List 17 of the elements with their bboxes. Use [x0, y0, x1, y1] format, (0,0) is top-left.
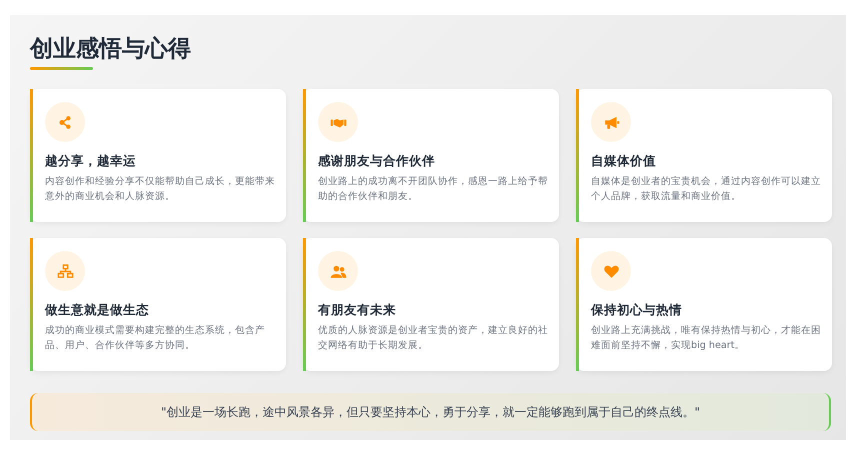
card-title: 感谢朋友与合作伙伴 — [318, 152, 436, 170]
card-description: 成功的商业模式需要构建完整的生态系统，包含产品、用户、合作伙伴等多方协同。 — [45, 324, 266, 353]
card-description: 创业路上的成功离不开团队协作，感恩一路上给予帮助的合作伙伴和朋友。 — [318, 175, 549, 204]
heart-icon — [602, 262, 620, 280]
share-icon — [56, 114, 74, 130]
card-title: 保持初心与热情 — [591, 301, 683, 319]
network-icon — [56, 262, 74, 280]
card-description: 自媒体是创业者的宝贵机会，通过内容创作可以建立个人品牌，获取流量和商业价值。 — [591, 175, 822, 204]
card-description: 优质的人脉资源是创业者宝贵的资产，建立良好的社交网络有助于长期发展。 — [318, 324, 549, 353]
card-title: 越分享，越幸运 — [45, 152, 137, 170]
card-title: 有朋友有未来 — [318, 301, 397, 319]
quote-banner: "创业是一场长跑，途中风景各异，但只要坚持本心，勇于分享，就一定能够跑到属于自己的终点线。" — [30, 393, 831, 431]
page-title: 创业感悟与心得 — [30, 35, 192, 63]
card-description: 内容创作和经验分享不仅能帮助自己成长，更能带来意外的商业机会和人脉资源。 — [45, 175, 276, 204]
card-title: 做生意就是做生态 — [45, 301, 150, 319]
card-description: 创业路上充满挑战，唯有保持热情与初心，才能在困难面前坚持不懈，实现big heart。 — [591, 324, 822, 353]
card-title: 自媒体价值 — [591, 152, 657, 170]
